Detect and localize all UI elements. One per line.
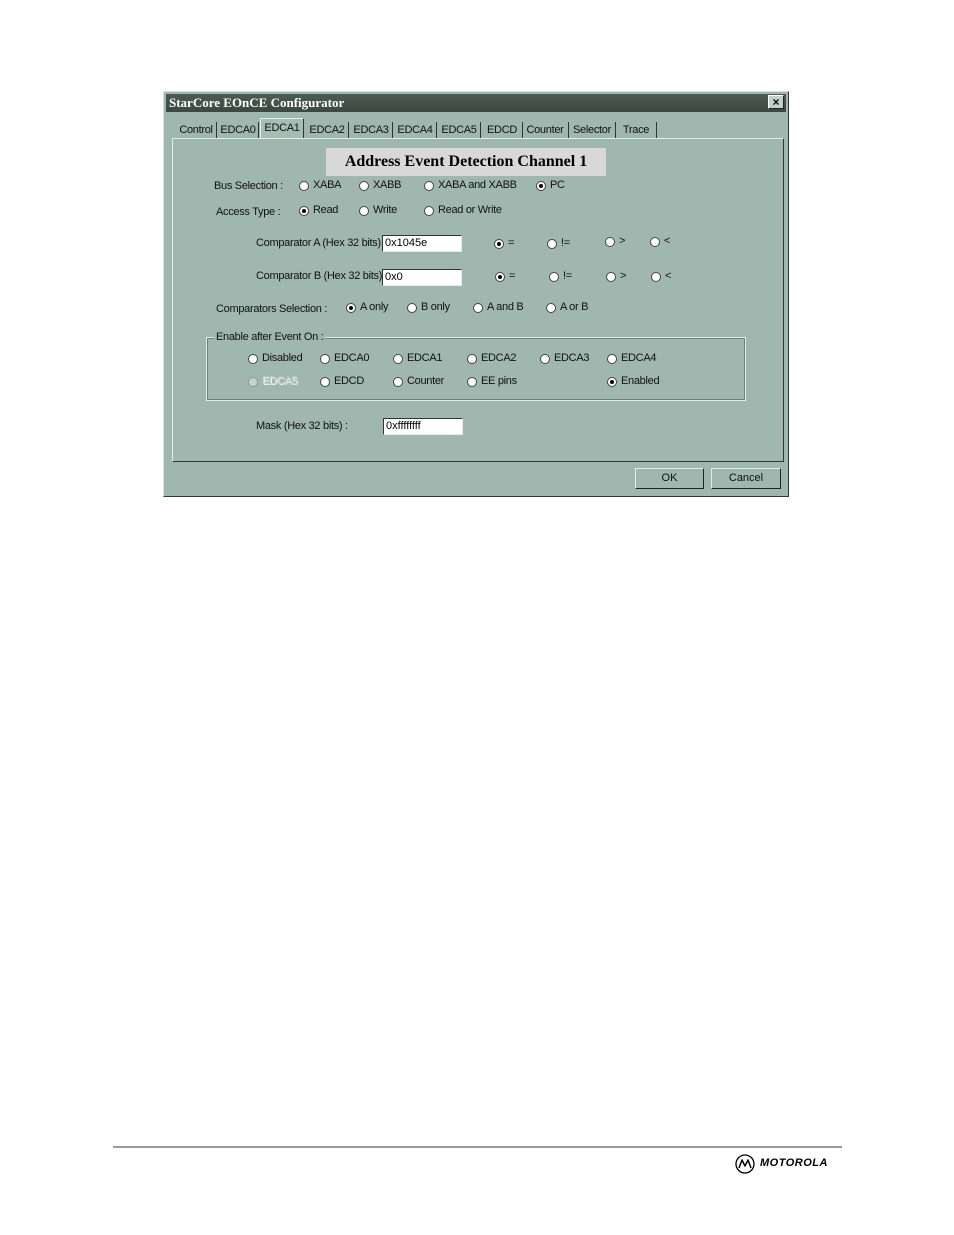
comparator-a-radio-op3[interactable] — [650, 237, 660, 247]
enable-after-radio-edca0[interactable] — [320, 354, 330, 364]
enable-after-option-label: EDCA1 — [407, 352, 443, 364]
access-radio-read[interactable] — [299, 206, 309, 216]
comparator-a-radio-op1[interactable] — [547, 239, 557, 249]
comparator-a-radio-op2[interactable] — [605, 237, 615, 247]
mask-label: Mask (Hex 32 bits) : — [256, 420, 348, 432]
tab-edca1[interactable]: EDCA1 — [260, 118, 304, 138]
ok-button[interactable]: OK — [635, 468, 704, 489]
close-button[interactable]: × — [768, 95, 784, 109]
enable-after-radio-counter[interactable] — [393, 377, 403, 387]
enable-after-option-label: EE pins — [481, 375, 517, 387]
enable-after-radio-ee-pins[interactable] — [467, 377, 477, 387]
comparator-a-option-label: = — [508, 237, 515, 249]
bus-radio-pc[interactable] — [536, 181, 546, 191]
enable-after-radio-edca4[interactable] — [607, 354, 617, 364]
bus-option-label: XABB — [373, 179, 402, 191]
bus-radio-xaba[interactable] — [299, 181, 309, 191]
panel-title: Address Event Detection Channel 1 — [326, 148, 606, 176]
enable-after-event-label: Enable after Event On : — [214, 331, 326, 343]
comparator-a-label: Comparator A (Hex 32 bits) : — [256, 237, 387, 249]
title-bar: StarCore EOnCE Configurator — [166, 94, 786, 112]
tab-counter[interactable]: Counter — [522, 122, 569, 138]
enable-after-radio-edcd[interactable] — [320, 377, 330, 387]
comparator-b-option-label: != — [563, 270, 572, 282]
enable-after-radio-disabled[interactable] — [248, 354, 258, 364]
enable-after-option-label: EDCA5 — [262, 375, 298, 387]
enable-after-option-label: EDCA3 — [554, 352, 590, 364]
enable-after-option-label: EDCA4 — [621, 352, 657, 364]
tab-edca5[interactable]: EDCA5 — [438, 122, 481, 138]
enable-after-option-label: EDCD — [334, 375, 364, 387]
comparator-a-option-label: > — [619, 235, 626, 247]
tab-trace[interactable]: Trace — [616, 122, 657, 138]
enable-after-option-label: Counter — [407, 375, 445, 387]
tab-control[interactable]: Control — [176, 122, 217, 138]
comparator-b-radio-op1[interactable] — [549, 272, 559, 282]
tab-edca0[interactable]: EDCA0 — [218, 122, 259, 138]
enable-after-option-label: Enabled — [621, 375, 660, 387]
enable-after-radio-edca3[interactable] — [540, 354, 550, 364]
comparator-b-option-label: < — [665, 270, 672, 282]
comparator-b-radio-op2[interactable] — [606, 272, 616, 282]
access-option-label: Write — [373, 204, 397, 216]
comparators-selection-radio-a-or-b[interactable] — [546, 303, 556, 313]
tab-edca3[interactable]: EDCA3 — [350, 122, 393, 138]
access-option-label: Read — [313, 204, 339, 216]
comparator-a-option-label: != — [561, 237, 570, 249]
comparators-selection-option-label: A only — [360, 301, 389, 313]
tab-selector[interactable]: Selector — [569, 122, 616, 138]
access-option-label: Read or Write — [438, 204, 502, 216]
comparators-selection-radio-b-only[interactable] — [407, 303, 417, 313]
mask-input[interactable]: 0xffffffff — [383, 418, 463, 435]
bus-option-label: XABA — [313, 179, 342, 191]
comparators-selection-radio-a-only[interactable] — [346, 303, 356, 313]
enable-after-option-label: EDCA2 — [481, 352, 517, 364]
enable-after-radio-edca2[interactable] — [467, 354, 477, 364]
bus-selection-label: Bus Selection : — [214, 180, 283, 192]
enable-after-radio-edca5 — [248, 377, 258, 387]
bus-option-label: XABA and XABB — [438, 179, 517, 191]
enable-after-radio-edca1[interactable] — [393, 354, 403, 364]
bus-radio-xabb[interactable] — [359, 181, 369, 191]
comparator-a-radio-op0[interactable] — [494, 239, 504, 249]
access-radio-write[interactable] — [359, 206, 369, 216]
tab-edcd[interactable]: EDCD — [482, 122, 523, 138]
enable-after-radio-enabled[interactable] — [607, 377, 617, 387]
configurator-dialog: StarCore EOnCE Configurator × Address Ev… — [163, 91, 789, 497]
comparator-b-label: Comparator B (Hex 32 bits) : — [256, 270, 388, 282]
tab-edca4[interactable]: EDCA4 — [394, 122, 437, 138]
enable-after-event-group — [206, 337, 746, 401]
footer-brand: MOTOROLA — [760, 1157, 828, 1169]
comparator-a-option-label: < — [664, 235, 671, 247]
tab-edca2[interactable]: EDCA2 — [306, 122, 349, 138]
access-radio-read-or-write[interactable] — [424, 206, 434, 216]
comparator-a-input[interactable]: 0x1045e — [382, 235, 462, 252]
comparator-b-input[interactable]: 0x0 — [382, 269, 462, 286]
enable-after-option-label: EDCA0 — [334, 352, 370, 364]
comparators-selection-label: Comparators Selection : — [216, 303, 328, 315]
access-type-label: Access Type : — [216, 206, 281, 218]
enable-after-option-label: Disabled — [262, 352, 303, 364]
bus-radio-xaba-and-xabb[interactable] — [424, 181, 434, 191]
comparators-selection-option-label: A and B — [487, 301, 524, 313]
motorola-logo-icon — [735, 1154, 755, 1174]
comparator-b-radio-op3[interactable] — [651, 272, 661, 282]
comparators-selection-option-label: A or B — [560, 301, 589, 313]
footer-rule — [113, 1146, 842, 1148]
comparator-b-radio-op0[interactable] — [495, 272, 505, 282]
cancel-button[interactable]: Cancel — [711, 468, 781, 489]
comparator-b-option-label: > — [620, 270, 627, 282]
comparators-selection-radio-a-and-b[interactable] — [473, 303, 483, 313]
comparator-b-option-label: = — [509, 270, 516, 282]
comparators-selection-option-label: B only — [421, 301, 450, 313]
bus-option-label: PC — [550, 179, 565, 191]
